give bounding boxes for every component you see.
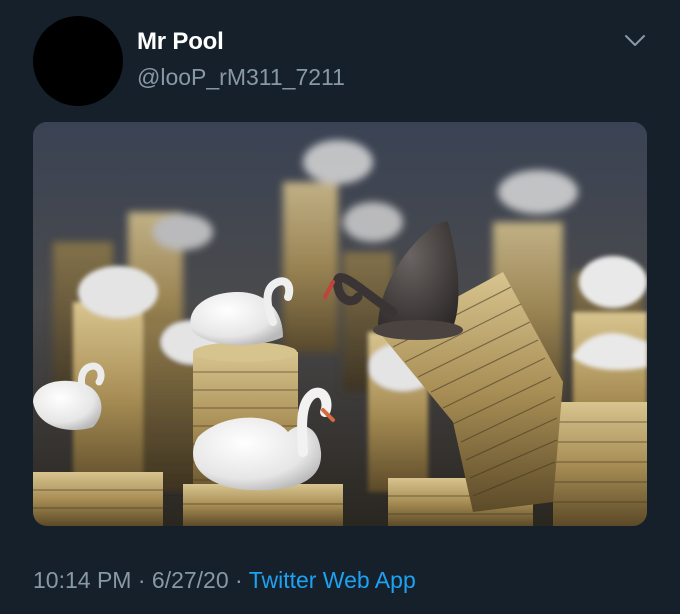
tweet-date[interactable]: 6/27/20 xyxy=(152,567,229,593)
tweet: Mr Pool @looP_rM311_7211 10:14 PM · 6/27… xyxy=(0,0,680,614)
tweet-photo[interactable] xyxy=(33,122,647,526)
avatar[interactable] xyxy=(33,16,123,106)
photo-image xyxy=(33,122,647,526)
display-name[interactable]: Mr Pool xyxy=(137,28,224,56)
meta-separator: · xyxy=(228,567,249,593)
tweet-meta: 10:14 PM · 6/27/20 · Twitter Web App xyxy=(33,567,416,594)
tweet-source-link[interactable]: Twitter Web App xyxy=(249,567,416,593)
tweet-time[interactable]: 10:14 PM xyxy=(33,567,131,593)
meta-separator: · xyxy=(131,567,152,593)
chevron-down-icon[interactable] xyxy=(622,32,648,50)
user-handle[interactable]: @looP_rM311_7211 xyxy=(137,64,345,91)
